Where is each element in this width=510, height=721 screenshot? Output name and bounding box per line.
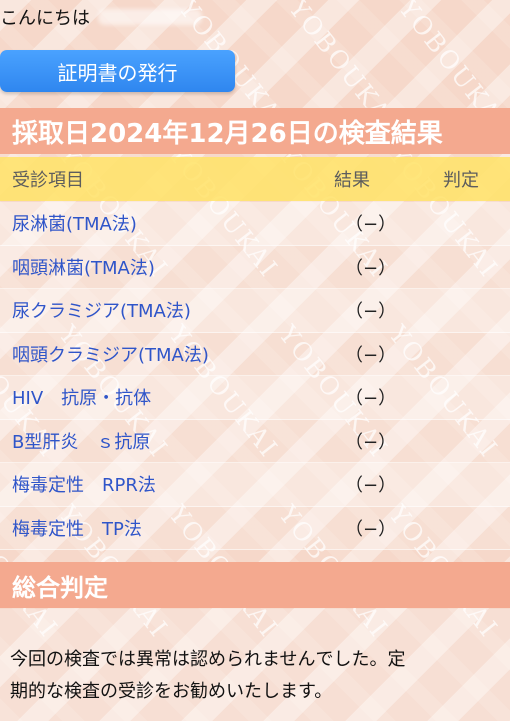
test-item-name: B型肝炎 ｓ抗原 bbox=[12, 431, 151, 453]
results-section-title: 採取日2024年12月26日の検査結果 bbox=[0, 108, 510, 154]
header-result: 結果 bbox=[334, 170, 370, 191]
table-row: 梅毒定性 RPR法 （−） bbox=[0, 463, 510, 507]
table-row: 咽頭クラミジア(TMA法) （−） bbox=[0, 332, 510, 376]
table-row: HIV 抗原・抗体 （−） bbox=[0, 376, 510, 420]
table-row: 尿クラミジア(TMA法) （−） bbox=[0, 289, 510, 333]
summary-section-title: 総合判定 bbox=[0, 562, 510, 608]
test-item-name: HIV 抗原・抗体 bbox=[12, 388, 152, 410]
header-item: 受診項目 bbox=[12, 170, 84, 191]
greeting-text: こんにちは bbox=[0, 8, 90, 29]
summary-line-1: 今回の検査では異常は認められませんでした。定 bbox=[10, 649, 406, 670]
test-result: （−） bbox=[345, 257, 397, 279]
results-table: 尿淋菌(TMA法) （−） 咽頭淋菌(TMA法) （−） 尿クラミジア(TMA法… bbox=[0, 202, 510, 550]
results-table-header: 受診項目 結果 判定 bbox=[0, 157, 510, 201]
test-result: （−） bbox=[345, 214, 397, 236]
greeting: こんにちは bbox=[0, 5, 202, 29]
test-item-name: 咽頭淋菌(TMA法) bbox=[12, 257, 155, 279]
test-result: （−） bbox=[345, 344, 397, 366]
summary-text: 今回の検査では異常は認められませんでした。定 期的な検査の受診をお勧めいたします… bbox=[10, 644, 498, 708]
issue-certificate-button[interactable]: 証明書の発行 bbox=[0, 50, 235, 92]
table-row: B型肝炎 ｓ抗原 （−） bbox=[0, 419, 510, 463]
test-result: （−） bbox=[345, 518, 397, 540]
test-result: （−） bbox=[345, 431, 397, 453]
test-result: （−） bbox=[345, 388, 397, 410]
blurred-username bbox=[98, 9, 202, 25]
table-row: 咽頭淋菌(TMA法) （−） bbox=[0, 245, 510, 289]
table-row: 尿淋菌(TMA法) （−） bbox=[0, 202, 510, 246]
test-item-name: 梅毒定性 RPR法 bbox=[12, 475, 156, 497]
summary-line-2: 期的な検査の受診をお勧めいたします。 bbox=[10, 681, 333, 702]
test-item-name: 尿クラミジア(TMA法) bbox=[12, 301, 191, 323]
test-item-name: 尿淋菌(TMA法) bbox=[12, 214, 137, 236]
test-item-name: 梅毒定性 TP法 bbox=[12, 518, 142, 540]
test-item-name: 咽頭クラミジア(TMA法) bbox=[12, 344, 209, 366]
header-judgment: 判定 bbox=[443, 170, 479, 191]
test-result: （−） bbox=[345, 475, 397, 497]
test-result: （−） bbox=[345, 301, 397, 323]
table-row: 梅毒定性 TP法 （−） bbox=[0, 506, 510, 550]
